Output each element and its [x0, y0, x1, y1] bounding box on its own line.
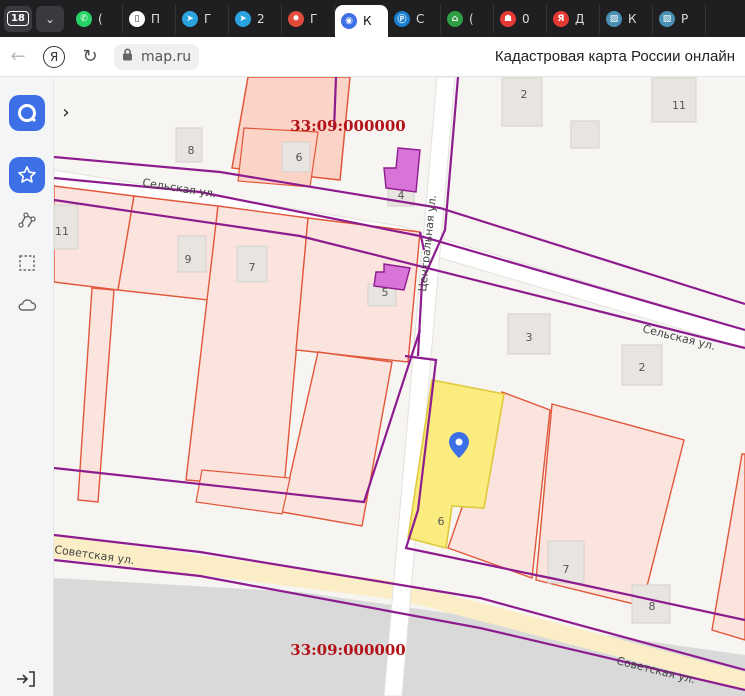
favorites-button[interactable] [8, 157, 45, 193]
building [501, 77, 543, 127]
house-number: 2 [521, 88, 528, 101]
tab-title: ( [469, 11, 474, 26]
cadastral-map[interactable]: 2 11 8 6 4 11 9 7 5 3 2 6 7 8 Сельская у… [54, 77, 745, 696]
browser-tab[interactable]: ▯ П [123, 3, 176, 34]
login-icon [17, 671, 35, 687]
yandex-button[interactable]: Я [36, 39, 72, 75]
browser-tab[interactable]: Ⓟ С [388, 3, 441, 34]
login-button[interactable] [15, 670, 37, 692]
tab-title: 0 [522, 11, 530, 26]
browser-tab[interactable]: ЯД [547, 3, 600, 34]
cadastral-quarter-label: 33:09:000000 [290, 117, 405, 135]
house-number: 7 [249, 261, 256, 274]
cloud-button[interactable] [13, 291, 41, 319]
building [547, 540, 585, 584]
tab-title: Р [681, 11, 689, 26]
tab-count: 18 [7, 11, 29, 26]
tab-title: Д [575, 11, 585, 26]
dashed-square-icon [18, 255, 35, 271]
document-icon: ▯ [129, 10, 145, 27]
tab-title: К [628, 11, 637, 26]
house-number: 8 [188, 144, 195, 157]
lock-icon [122, 48, 133, 65]
colorful-wheel-icon: ✸ [288, 10, 304, 27]
browser-tab-bar: 18 ⌄ ✆(▯ П ➤ Г ➤ 2 ✸ Г ◉ К Ⓟ С ⌂(☗ 0 Я Д ▨ К ▨ Р [0, 0, 745, 37]
cadastral-quarter-label: 33:09:000000 [290, 641, 405, 659]
back-button[interactable]: ← [0, 39, 36, 75]
building [177, 235, 207, 273]
tab-title: С [416, 11, 425, 26]
yandex-icon: Я [553, 10, 569, 27]
measure-polyline-button[interactable] [13, 207, 41, 235]
house-number: 9 [185, 253, 192, 266]
chevron-down-icon: ⌄ [44, 11, 56, 26]
polyline-icon [17, 212, 36, 228]
circle-p-icon: Ⓟ [394, 10, 410, 27]
tab-title: ( [98, 11, 103, 26]
url-text: map.ru [141, 48, 192, 65]
star-icon [17, 166, 36, 183]
select-area-button[interactable] [13, 249, 41, 277]
browser-tab[interactable]: ☗ 0 [494, 3, 547, 34]
url-field[interactable]: map.ru [114, 43, 200, 70]
reload-button[interactable]: ↻ [72, 39, 108, 75]
house-number: 8 [649, 600, 656, 613]
tab-list-dropdown-button[interactable]: ⌄ [36, 5, 64, 32]
map-sidebar [0, 77, 54, 696]
house-number: 6 [438, 515, 445, 528]
map-logo-button[interactable] [8, 95, 45, 131]
telegram-icon: ➤ [182, 10, 198, 27]
green-arrow-icon: ⌂ [447, 10, 463, 27]
striped-square-icon: ▨ [659, 10, 675, 27]
house-number: 4 [398, 189, 405, 202]
browser-tab[interactable]: ▨ Р [653, 3, 706, 34]
whatsapp-icon: ✆ [76, 10, 92, 27]
browser-address-bar: ← Я ↻ map.ru Кадастровая карта России он… [0, 37, 745, 77]
tab-counter-button[interactable]: 18 [4, 5, 32, 32]
browser-tab[interactable]: ⌂( [441, 3, 494, 34]
tab-title: П [151, 11, 161, 26]
tab-title: 2 [257, 11, 265, 26]
browser-tab[interactable]: ➤ 2 [229, 3, 282, 34]
browser-tab[interactable]: ➤ Г [176, 3, 229, 34]
page-title: Кадастровая карта России онлайн [494, 48, 735, 65]
red-badge-icon: ☗ [500, 10, 516, 27]
browser-tab[interactable]: ◉ К [335, 5, 388, 37]
house-number: 5 [382, 286, 389, 299]
house-number: 7 [563, 563, 570, 576]
telegram-icon: ➤ [235, 10, 251, 27]
expand-panel-button[interactable]: › [56, 100, 76, 124]
reload-icon: ↻ [82, 46, 98, 67]
house-number: 11 [672, 99, 686, 112]
browser-tab[interactable]: ✆( [70, 3, 123, 34]
tab-title: Г [310, 11, 318, 26]
arrow-left-icon: ← [10, 46, 26, 67]
tab-title: К [363, 14, 372, 28]
tab-title: Г [204, 11, 212, 26]
map-app-icon: ◉ [341, 13, 357, 29]
building [570, 120, 600, 149]
cloud-icon [18, 299, 36, 311]
map-logo-icon [17, 104, 36, 123]
chevron-right-icon: › [62, 101, 70, 123]
striped-square-icon: ▨ [606, 10, 622, 27]
house-number: 6 [296, 151, 303, 164]
house-number: 2 [639, 361, 646, 374]
house-number: 3 [526, 331, 533, 344]
yandex-logo-icon: Я [43, 45, 65, 68]
house-number: 11 [55, 225, 69, 238]
browser-tab[interactable]: ✸ Г [282, 3, 335, 34]
browser-tab[interactable]: ▨ К [600, 3, 653, 34]
